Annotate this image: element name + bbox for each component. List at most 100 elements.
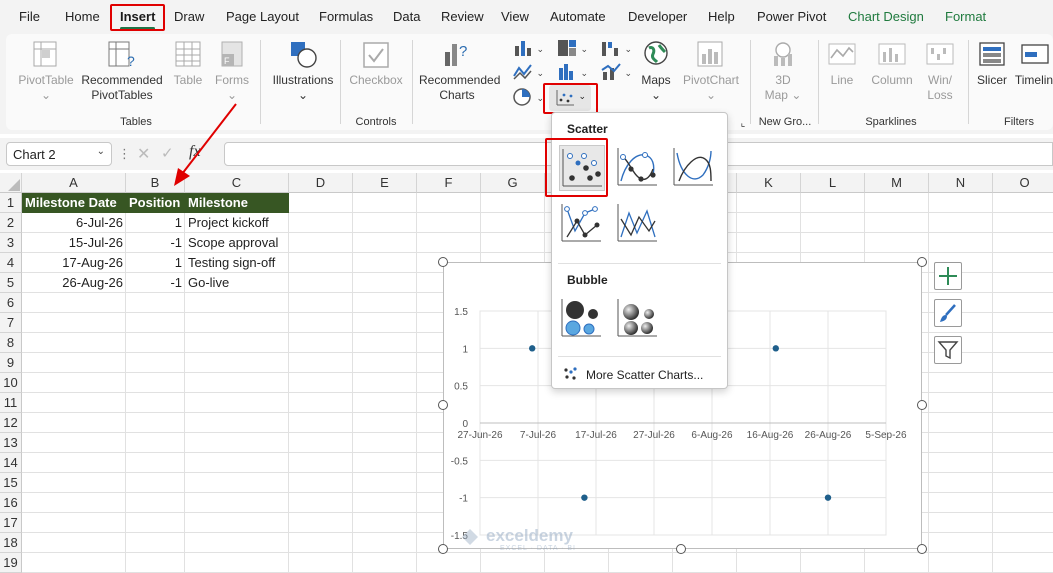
cancel-icon[interactable]: ✕ <box>137 144 150 164</box>
scatter-straight-lines-option[interactable] <box>615 201 661 247</box>
chart-styles-button[interactable] <box>934 299 962 327</box>
resize-handle[interactable] <box>917 400 927 410</box>
tab-view[interactable]: View <box>501 9 529 24</box>
row-header-10[interactable]: 10 <box>0 373 22 393</box>
header-cell-milestone[interactable]: Milestone <box>185 193 289 213</box>
pivottable-button[interactable]: PivotTable ⌄ <box>18 40 74 103</box>
column-header-n[interactable]: N <box>929 173 993 193</box>
line-chart-button[interactable]: ⌄ <box>512 62 546 84</box>
tab-data[interactable]: Data <box>393 9 420 24</box>
pie-chart-button[interactable]: ⌄ <box>512 87 546 109</box>
table-cell[interactable]: 6-Jul-26 <box>22 213 126 233</box>
tab-draw[interactable]: Draw <box>174 9 204 24</box>
column-header-f[interactable]: F <box>417 173 481 193</box>
timeline-button[interactable]: Timelin <box>1014 40 1053 88</box>
table-cell[interactable]: 17-Aug-26 <box>22 253 126 273</box>
table-cell[interactable]: 15-Jul-26 <box>22 233 126 253</box>
sparkline-column-button[interactable]: Column <box>864 40 920 88</box>
column-header-m[interactable]: M <box>865 173 929 193</box>
checkbox-button[interactable]: Checkbox <box>346 40 406 88</box>
tab-review[interactable]: Review <box>441 9 484 24</box>
chart-filters-button[interactable] <box>934 336 962 364</box>
table-cell[interactable]: Testing sign-off <box>185 253 289 273</box>
column-header-o[interactable]: O <box>993 173 1053 193</box>
more-options-icon[interactable]: ⋮ <box>118 146 131 162</box>
table-cell[interactable]: Go-live <box>185 273 289 293</box>
illustrations-button[interactable]: Illustrations ⌄ <box>268 40 338 103</box>
table-cell[interactable]: -1 <box>126 233 185 253</box>
tab-page-layout[interactable]: Page Layout <box>226 9 299 24</box>
resize-handle[interactable] <box>917 544 927 554</box>
column-chart-button[interactable]: ⌄ <box>512 38 546 60</box>
header-cell-milestone-date[interactable]: Milestone Date <box>22 193 126 213</box>
table-button[interactable]: Table <box>170 40 206 88</box>
scatter-smooth-lines-option[interactable] <box>671 145 717 191</box>
chart-elements-button[interactable] <box>934 262 962 290</box>
bubble-chart-option[interactable] <box>559 296 605 342</box>
row-header-3[interactable]: 3 <box>0 233 22 253</box>
row-header-7[interactable]: 7 <box>0 313 22 333</box>
table-cell[interactable]: 1 <box>126 213 185 233</box>
select-all-corner[interactable] <box>0 173 22 193</box>
row-header-12[interactable]: 12 <box>0 413 22 433</box>
table-cell[interactable]: -1 <box>126 273 185 293</box>
hierarchy-chart-button[interactable]: ⌄ <box>556 38 590 60</box>
table-cell[interactable]: 1 <box>126 253 185 273</box>
scatter-smooth-lines-markers-option[interactable] <box>615 145 661 191</box>
recommended-pivottables-button[interactable]: ? Recommended PivotTables <box>80 40 164 103</box>
tab-home[interactable]: Home <box>65 9 100 24</box>
forms-button[interactable]: F Forms ⌄ <box>212 40 252 103</box>
sparkline-winloss-button[interactable]: Win/ Loss <box>920 40 960 103</box>
tab-file[interactable]: File <box>19 9 40 24</box>
tab-help[interactable]: Help <box>708 9 735 24</box>
name-box[interactable]: Chart 2 ⌄ <box>6 142 112 166</box>
resize-handle[interactable] <box>438 544 448 554</box>
maps-button[interactable]: Maps ⌄ <box>636 40 676 103</box>
scatter-markers-only-option[interactable] <box>559 145 605 191</box>
slicer-button[interactable]: Slicer <box>972 40 1012 88</box>
column-header-a[interactable]: A <box>22 173 126 193</box>
pivotchart-button[interactable]: PivotChart ⌄ <box>678 40 744 103</box>
row-header-6[interactable]: 6 <box>0 293 22 313</box>
row-header-19[interactable]: 19 <box>0 553 22 573</box>
row-header-11[interactable]: 11 <box>0 393 22 413</box>
row-header-2[interactable]: 2 <box>0 213 22 233</box>
resize-handle[interactable] <box>438 257 448 267</box>
header-cell-position[interactable]: Position <box>126 193 185 213</box>
charts-dialog-launcher[interactable]: ⌞ <box>738 116 748 131</box>
table-cell[interactable]: 26-Aug-26 <box>22 273 126 293</box>
combo-chart-button[interactable]: ⌄ <box>600 62 634 84</box>
column-header-g[interactable]: G <box>481 173 545 193</box>
more-scatter-charts-link[interactable]: More Scatter Charts... <box>562 366 703 382</box>
table-cell[interactable]: Project kickoff <box>185 213 289 233</box>
resize-handle[interactable] <box>438 400 448 410</box>
row-header-14[interactable]: 14 <box>0 453 22 473</box>
row-header-9[interactable]: 9 <box>0 353 22 373</box>
tab-power-pivot[interactable]: Power Pivot <box>757 9 826 24</box>
column-header-e[interactable]: E <box>353 173 417 193</box>
statistic-chart-button[interactable]: ⌄ <box>556 62 590 84</box>
row-header-18[interactable]: 18 <box>0 533 22 553</box>
scatter-chart-button[interactable]: ⌄ <box>549 85 591 111</box>
column-header-l[interactable]: L <box>801 173 865 193</box>
sparkline-line-button[interactable]: Line <box>822 40 862 88</box>
resize-handle[interactable] <box>917 257 927 267</box>
tab-developer[interactable]: Developer <box>628 9 687 24</box>
row-header-17[interactable]: 17 <box>0 513 22 533</box>
row-header-15[interactable]: 15 <box>0 473 22 493</box>
tab-chart-design[interactable]: Chart Design <box>848 9 924 24</box>
3d-map-button[interactable]: 3D Map ⌄ <box>758 40 808 103</box>
row-header-16[interactable]: 16 <box>0 493 22 513</box>
row-header-4[interactable]: 4 <box>0 253 22 273</box>
column-header-k[interactable]: K <box>737 173 801 193</box>
waterfall-chart-button[interactable]: ⌄ <box>600 38 634 60</box>
resize-handle[interactable] <box>676 544 686 554</box>
tab-format[interactable]: Format <box>945 9 986 24</box>
scatter-straight-lines-markers-option[interactable] <box>559 201 605 247</box>
tab-insert[interactable]: Insert <box>120 9 156 30</box>
tab-automate[interactable]: Automate <box>550 9 606 24</box>
row-header-5[interactable]: 5 <box>0 273 22 293</box>
row-header-8[interactable]: 8 <box>0 333 22 353</box>
column-header-d[interactable]: D <box>289 173 353 193</box>
recommended-charts-button[interactable]: ? Recommended Charts <box>419 40 500 103</box>
